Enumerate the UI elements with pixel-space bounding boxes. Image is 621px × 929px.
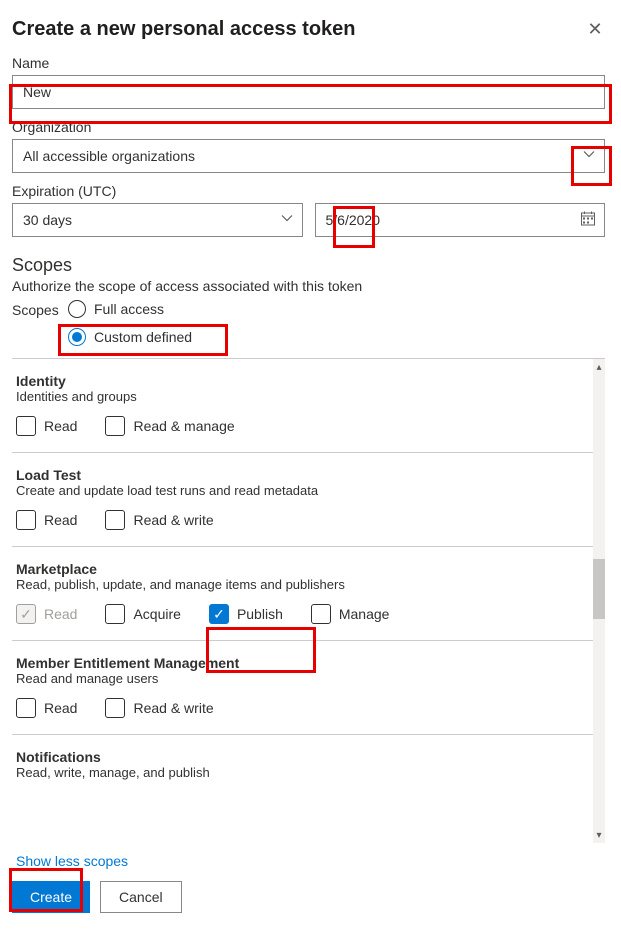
name-value: New <box>23 84 51 100</box>
close-icon: ✕ <box>587 19 602 40</box>
scope-loadtest-desc: Create and update load test runs and rea… <box>16 483 591 498</box>
scope-notifications-desc: Read, write, manage, and publish <box>16 765 591 780</box>
scope-loadtest: Load Test Create and update load test ru… <box>12 453 595 547</box>
marketplace-acquire-checkbox[interactable]: Acquire <box>105 604 180 624</box>
organization-value: All accessible organizations <box>23 148 195 164</box>
checkbox-icon <box>105 604 125 624</box>
loadtest-read-checkbox[interactable]: Read <box>16 510 77 530</box>
scopes-desc: Authorize the scope of access associated… <box>12 278 605 294</box>
name-input[interactable]: New <box>12 75 605 109</box>
scrollbar-thumb[interactable] <box>593 559 605 619</box>
mem-read-checkbox[interactable]: Read <box>16 698 77 718</box>
mem-readwrite-checkbox[interactable]: Read & write <box>105 698 213 718</box>
scrollbar[interactable]: ▴ ▾ <box>593 359 605 843</box>
mem-read-label: Read <box>44 700 77 716</box>
identity-readmanage-label: Read & manage <box>133 418 234 434</box>
expiration-duration-value: 30 days <box>23 212 72 228</box>
checkbox-icon <box>105 510 125 530</box>
marketplace-manage-label: Manage <box>339 606 390 622</box>
radio-icon <box>68 300 86 318</box>
scroll-up-icon: ▴ <box>593 359 605 375</box>
scopes-heading: Scopes <box>12 255 605 276</box>
scope-marketplace-title: Marketplace <box>16 561 591 577</box>
loadtest-readwrite-checkbox[interactable]: Read & write <box>105 510 213 530</box>
marketplace-read-checkbox: ✓ Read <box>16 604 77 624</box>
scope-custom-label: Custom defined <box>94 329 192 345</box>
scope-full-label: Full access <box>94 301 164 317</box>
scroll-down-icon: ▾ <box>593 827 605 843</box>
marketplace-publish-label: Publish <box>237 606 283 622</box>
scope-full-radio[interactable]: Full access <box>68 300 192 318</box>
loadtest-readwrite-label: Read & write <box>133 512 213 528</box>
identity-read-label: Read <box>44 418 77 434</box>
scope-identity-desc: Identities and groups <box>16 389 591 404</box>
loadtest-read-label: Read <box>44 512 77 528</box>
checkbox-icon: ✓ <box>16 604 36 624</box>
identity-readmanage-checkbox[interactable]: Read & manage <box>105 416 234 436</box>
checkbox-icon <box>16 510 36 530</box>
show-less-scopes-link[interactable]: Show less scopes <box>16 853 605 869</box>
checkbox-icon: ✓ <box>209 604 229 624</box>
calendar-icon <box>580 211 596 230</box>
cancel-button[interactable]: Cancel <box>100 881 182 913</box>
scope-identity-title: Identity <box>16 373 591 389</box>
create-button[interactable]: Create <box>12 881 90 913</box>
checkbox-icon <box>16 416 36 436</box>
scope-identity: Identity Identities and groups Read Read… <box>12 359 595 453</box>
identity-read-checkbox[interactable]: Read <box>16 416 77 436</box>
scope-mem-desc: Read and manage users <box>16 671 591 686</box>
scope-marketplace: Marketplace Read, publish, update, and m… <box>12 547 595 641</box>
scope-loadtest-title: Load Test <box>16 467 591 483</box>
name-label: Name <box>12 55 605 71</box>
mem-readwrite-label: Read & write <box>133 700 213 716</box>
marketplace-read-label: Read <box>44 606 77 622</box>
checkbox-icon <box>311 604 331 624</box>
marketplace-publish-checkbox[interactable]: ✓ Publish <box>209 604 283 624</box>
scope-mem: Member Entitlement Management Read and m… <box>12 641 595 735</box>
scope-list: Identity Identities and groups Read Read… <box>12 358 605 843</box>
chevron-down-icon <box>280 212 294 229</box>
page-title: Create a new personal access token <box>12 18 356 41</box>
radio-icon <box>68 328 86 346</box>
expiration-duration-select[interactable]: 30 days <box>12 203 303 237</box>
scope-notifications-title: Notifications <box>16 749 591 765</box>
expiration-label: Expiration (UTC) <box>12 183 605 199</box>
scope-custom-radio[interactable]: Custom defined <box>68 328 192 346</box>
organization-label: Organization <box>12 119 605 135</box>
expiration-date-value: 5/6/2020 <box>326 212 381 228</box>
close-button[interactable]: ✕ <box>585 20 605 40</box>
checkbox-icon <box>105 698 125 718</box>
scopes-radio-label: Scopes <box>12 300 68 318</box>
organization-select[interactable]: All accessible organizations <box>12 139 605 173</box>
scope-mem-title: Member Entitlement Management <box>16 655 591 671</box>
scope-marketplace-desc: Read, publish, update, and manage items … <box>16 577 591 592</box>
marketplace-manage-checkbox[interactable]: Manage <box>311 604 390 624</box>
chevron-down-icon <box>582 148 596 165</box>
scope-notifications: Notifications Read, write, manage, and p… <box>12 735 595 786</box>
checkbox-icon <box>105 416 125 436</box>
checkbox-icon <box>16 698 36 718</box>
marketplace-acquire-label: Acquire <box>133 606 180 622</box>
expiration-date-input[interactable]: 5/6/2020 <box>315 203 606 237</box>
